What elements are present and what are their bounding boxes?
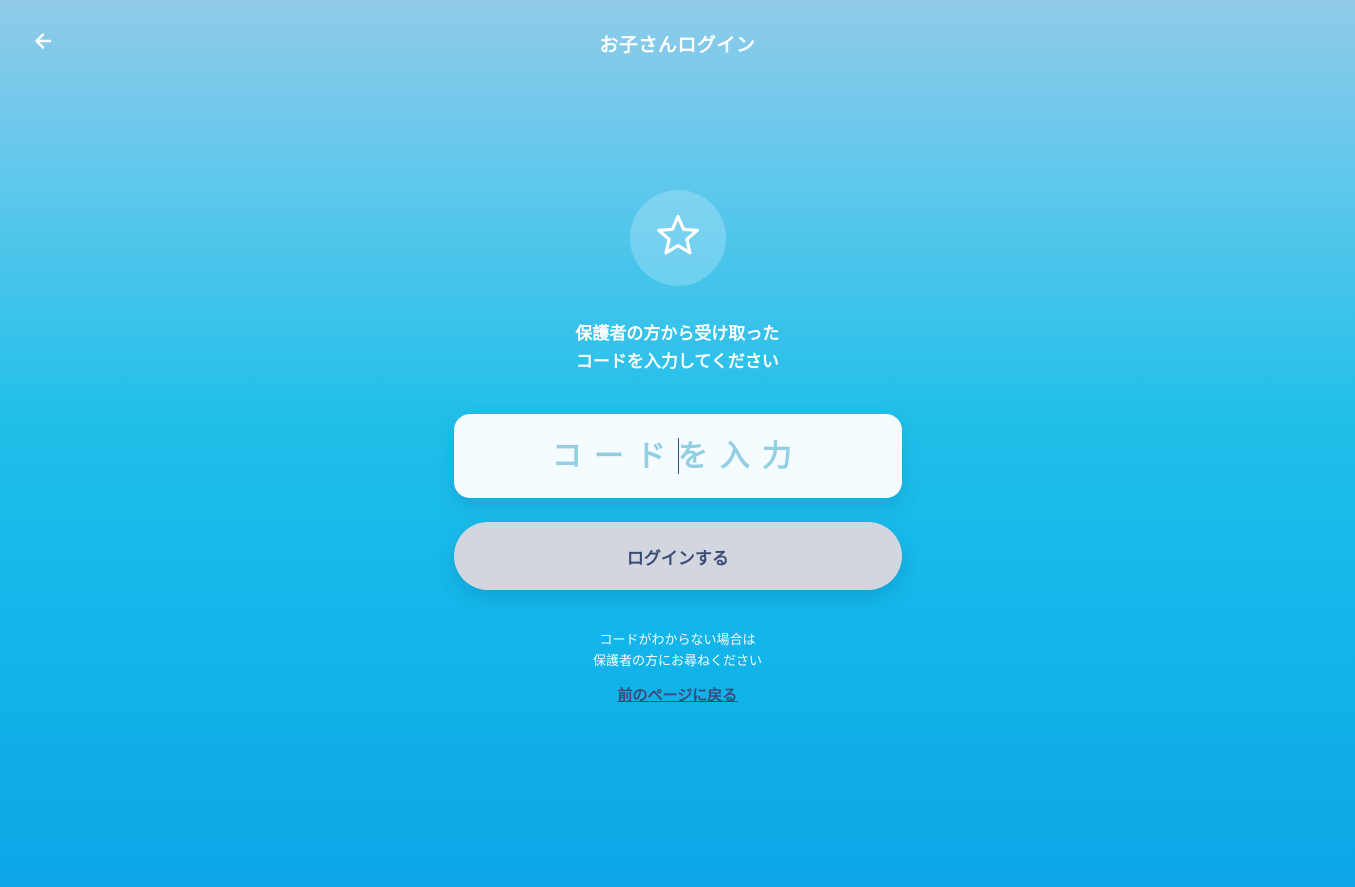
page-title: お子さんログイン (599, 34, 756, 56)
instruction-text: 保護者の方から受け取った コードを入力してください (0, 320, 1355, 376)
instruction-line-1: 保護者の方から受け取った (575, 324, 780, 344)
header: お子さんログイン (0, 0, 1355, 86)
help-text: コードがわからない場合は 保護者の方にお尋ねください (0, 630, 1355, 672)
text-cursor (678, 438, 679, 474)
login-button-label: ログインする (627, 548, 729, 569)
help-line-2: 保護者の方にお尋ねください (592, 654, 762, 669)
help-line-1: コードがわからない場合は (599, 633, 756, 648)
star-icon (653, 211, 703, 265)
instruction-line-2: コードを入力してください (576, 352, 779, 372)
star-badge (630, 190, 726, 286)
child-login-screen: お子さんログイン 保護者の方から受け取った コードを入力してください ログインす… (0, 0, 1355, 887)
back-to-previous-link[interactable]: 前のページに戻る (618, 686, 738, 704)
login-button[interactable]: ログインする (454, 522, 902, 590)
back-link-container: 前のページに戻る (0, 684, 1355, 705)
